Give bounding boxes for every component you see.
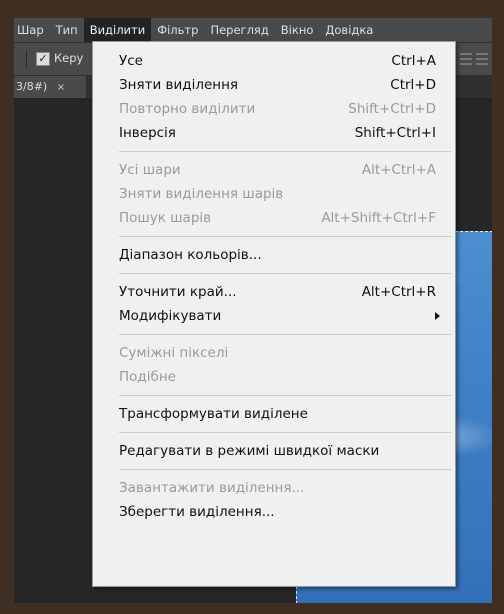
align-left-icon[interactable] bbox=[460, 53, 472, 65]
menu-item-shortcut: Ctrl+D bbox=[390, 77, 436, 93]
submenu-arrow-icon bbox=[435, 312, 440, 320]
menu-select[interactable]: Виділити bbox=[83, 18, 152, 42]
menu-window[interactable]: Вікно bbox=[275, 18, 320, 42]
menu-divider bbox=[119, 469, 451, 470]
menu-item-deselect-layers: Зняти виділення шарів bbox=[93, 182, 455, 206]
menu-item-similar: Подібне bbox=[93, 365, 455, 389]
menu-item-label: Повторно виділити bbox=[119, 101, 256, 117]
menu-filter[interactable]: Фільтр bbox=[151, 18, 204, 42]
menu-item-refine-edge[interactable]: Уточнити край... Alt+Ctrl+R bbox=[93, 280, 455, 304]
menu-bar: Шар Тип Виділити Фільтр Перегляд Вікно Д… bbox=[14, 18, 492, 43]
menu-item-modify[interactable]: Модифікувати bbox=[93, 304, 455, 328]
menu-item-label: Уточнити край... bbox=[119, 284, 237, 300]
menu-item-label: Трансформувати виділене bbox=[119, 406, 308, 422]
menu-item-label: Суміжні пікселі bbox=[119, 345, 229, 361]
menu-item-reselect: Повторно виділити Shift+Ctrl+D bbox=[93, 97, 455, 121]
menu-item-label: Модифікувати bbox=[119, 308, 222, 324]
menu-item-quick-mask[interactable]: Редагувати в режимі швидкої маски bbox=[93, 439, 455, 463]
menu-item-label: Редагувати в режимі швидкої маски bbox=[119, 443, 380, 459]
menu-item-transform-selection[interactable]: Трансформувати виділене bbox=[93, 402, 455, 426]
menu-item-label: Зняти виділення шарів bbox=[119, 186, 284, 202]
options-divider bbox=[26, 50, 27, 68]
menu-item-label: Завантажити виділення... bbox=[119, 480, 305, 496]
menu-type[interactable]: Тип bbox=[50, 18, 84, 42]
menu-layer[interactable]: Шар bbox=[14, 18, 50, 42]
menu-item-all[interactable]: Усе Ctrl+A bbox=[93, 49, 455, 73]
menu-item-deselect[interactable]: Зняти виділення Ctrl+D bbox=[93, 73, 455, 97]
menu-divider bbox=[119, 395, 451, 396]
document-tab[interactable]: 3/8#) × bbox=[14, 76, 86, 98]
menu-item-shortcut: Alt+Shift+Ctrl+F bbox=[321, 210, 436, 226]
menu-item-shortcut: Shift+Ctrl+D bbox=[348, 101, 436, 117]
menu-divider bbox=[119, 236, 451, 237]
menu-item-load-selection: Завантажити виділення... bbox=[93, 476, 455, 500]
menu-view[interactable]: Перегляд bbox=[204, 18, 274, 42]
menu-item-label: Подібне bbox=[119, 369, 176, 385]
menu-item-label: Усе bbox=[119, 53, 143, 69]
menu-divider bbox=[119, 334, 451, 335]
menu-item-label: Зберегти виділення... bbox=[119, 504, 275, 520]
document-tab-title: 3/8#) bbox=[16, 80, 48, 93]
menu-item-label: Інверсія bbox=[119, 125, 176, 141]
select-menu-dropdown: Усе Ctrl+A Зняти виділення Ctrl+D Повтор… bbox=[92, 41, 456, 587]
menu-item-color-range[interactable]: Діапазон кольорів... bbox=[93, 243, 455, 267]
menu-item-shortcut: Ctrl+A bbox=[391, 53, 436, 69]
menu-item-inverse[interactable]: Інверсія Shift+Ctrl+I bbox=[93, 121, 455, 145]
menu-item-label: Діапазон кольорів... bbox=[119, 247, 262, 263]
menu-divider bbox=[119, 273, 451, 274]
close-icon[interactable]: × bbox=[57, 82, 65, 93]
menu-item-shortcut: Alt+Ctrl+R bbox=[361, 284, 436, 300]
menu-item-shortcut: Alt+Ctrl+A bbox=[361, 162, 436, 178]
menu-help[interactable]: Довідка bbox=[319, 18, 379, 42]
menu-item-find-layers: Пошук шарів Alt+Shift+Ctrl+F bbox=[93, 206, 455, 230]
menu-item-save-selection[interactable]: Зберегти виділення... bbox=[93, 500, 455, 524]
menu-item-label: Зняти виділення bbox=[119, 77, 239, 93]
menu-item-shortcut: Shift+Ctrl+I bbox=[354, 125, 436, 141]
menu-divider bbox=[119, 432, 451, 433]
align-center-icon[interactable] bbox=[476, 53, 488, 65]
menu-divider bbox=[119, 151, 451, 152]
auto-select-checkbox[interactable]: ✓ bbox=[36, 52, 50, 66]
menu-item-label: Усі шари bbox=[119, 162, 181, 178]
auto-select-label: Керу bbox=[54, 51, 84, 65]
menu-item-label: Пошук шарів bbox=[119, 210, 212, 226]
menu-item-grow: Суміжні пікселі bbox=[93, 341, 455, 365]
menu-item-all-layers: Усі шари Alt+Ctrl+A bbox=[93, 158, 455, 182]
